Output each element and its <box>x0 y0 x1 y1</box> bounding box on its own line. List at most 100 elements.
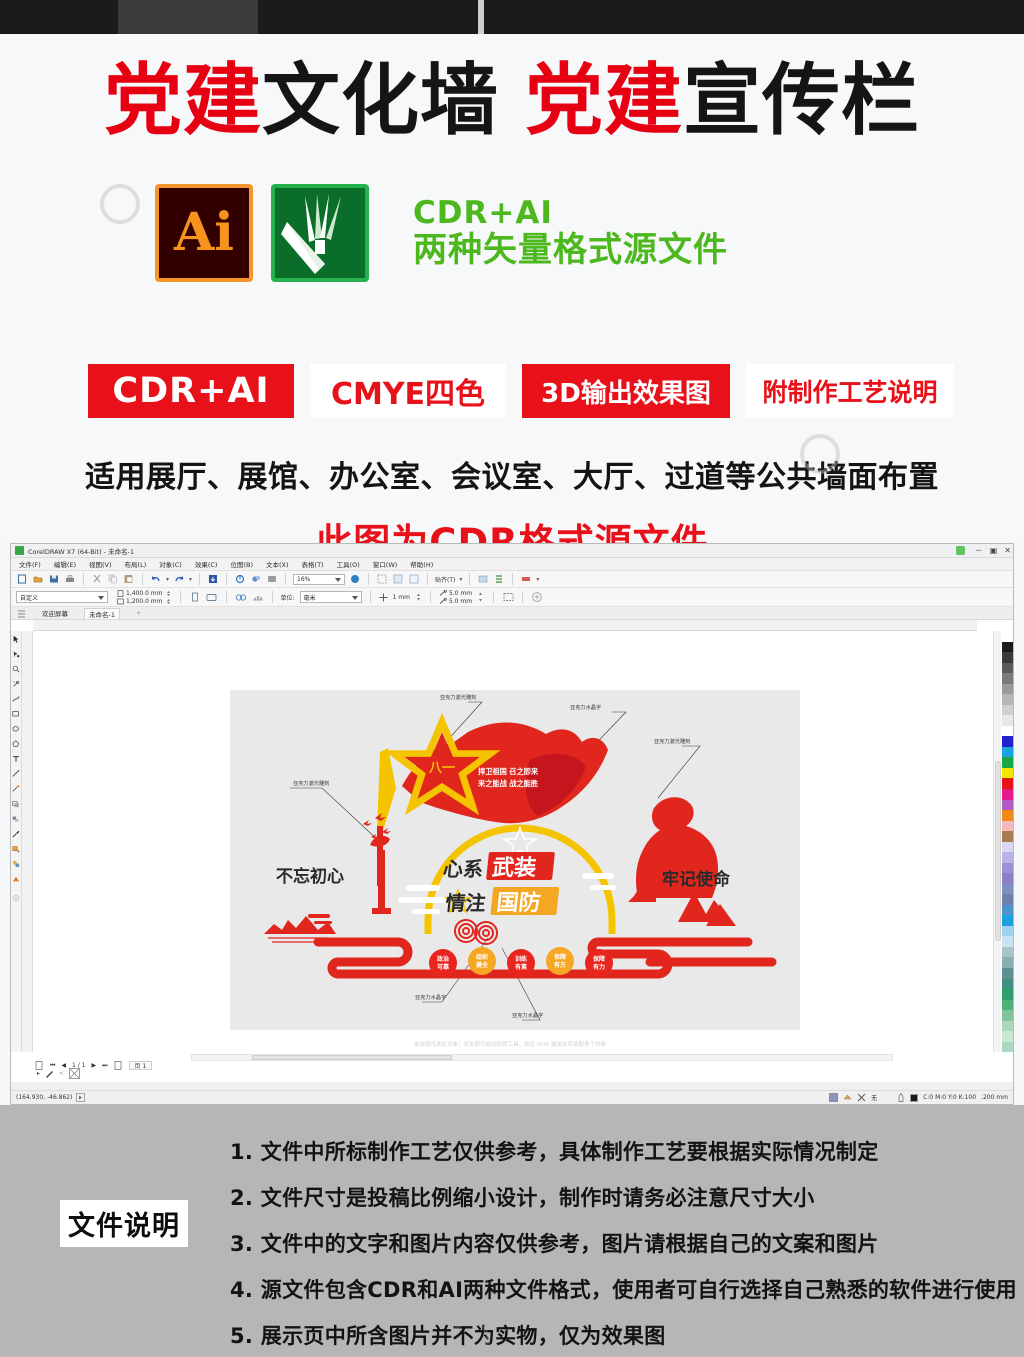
window-controls[interactable]: － ▣ ✕ <box>975 545 1011 556</box>
swatch[interactable] <box>1002 641 1013 653</box>
page-preset-combo[interactable]: 自定义 <box>16 591 108 603</box>
rectangle-tool-icon[interactable] <box>12 710 20 718</box>
object-properties-bar[interactable]: ▸ < <box>37 1068 80 1079</box>
copy-icon[interactable] <box>107 573 119 586</box>
paste-icon[interactable] <box>123 573 135 586</box>
outline-pen-icon[interactable] <box>897 1093 905 1102</box>
open-icon[interactable] <box>32 573 44 586</box>
all-pages-icon[interactable] <box>235 591 247 604</box>
zoom-tool-icon[interactable] <box>12 680 20 688</box>
chevron-down-icon[interactable] <box>351 595 358 600</box>
save-icon[interactable] <box>48 573 60 586</box>
swatch[interactable] <box>1002 662 1013 674</box>
swatch[interactable] <box>1002 841 1013 853</box>
close-button[interactable]: ✕ <box>1004 546 1011 555</box>
snap-toggle-icon[interactable] <box>408 573 420 586</box>
page-height-value[interactable]: 1,200.0 mm <box>126 598 163 605</box>
transparency-tool-icon[interactable] <box>12 815 20 823</box>
swatch[interactable] <box>1002 999 1013 1011</box>
menu-help[interactable]: 帮助(H) <box>410 559 433 569</box>
import-icon[interactable] <box>207 573 219 586</box>
export-icon[interactable] <box>234 573 246 586</box>
menu-view[interactable]: 视图(V) <box>89 559 112 569</box>
swatch[interactable] <box>1002 820 1013 832</box>
pick-tool-icon[interactable] <box>12 635 20 643</box>
tab-add-new[interactable]: + <box>132 609 145 617</box>
drawing-canvas[interactable]: 亚克力激光雕刻 亚克力激光雕刻 亚克力水晶字 亚克力激光雕刻 亚克力水晶字 亚克… <box>34 632 976 1052</box>
document-tab-bar[interactable]: 欢迎屏幕 未命名-1 + <box>11 607 1013 620</box>
scrollbar-thumb[interactable] <box>995 761 1001 941</box>
show-grid-icon[interactable] <box>376 573 388 586</box>
swatch[interactable] <box>1002 831 1013 842</box>
show-guides-icon[interactable] <box>392 573 404 586</box>
swatch[interactable] <box>1002 1041 1013 1053</box>
text-tool-icon[interactable] <box>12 755 20 763</box>
portrait-orientation-icon[interactable] <box>189 591 201 604</box>
next-page-button[interactable]: ▶ <box>92 1062 97 1069</box>
swatch[interactable] <box>1002 978 1013 990</box>
swatch[interactable] <box>1002 894 1013 905</box>
swatch[interactable] <box>1002 799 1013 811</box>
swatch[interactable] <box>1002 862 1013 874</box>
freehand-tool-icon[interactable] <box>12 695 20 703</box>
add-page-icon[interactable] <box>531 591 543 604</box>
swatch[interactable] <box>1002 631 1013 642</box>
toolbox[interactable] <box>11 631 22 1052</box>
swatch[interactable] <box>1002 778 1013 789</box>
tab-list-icon[interactable] <box>17 609 26 618</box>
swatch[interactable] <box>1002 852 1013 863</box>
swatch[interactable] <box>1002 925 1013 937</box>
color-eyedropper-icon[interactable] <box>12 830 20 838</box>
snap-label[interactable]: 贴齐(T) <box>435 575 455 584</box>
swatch[interactable] <box>1002 715 1013 726</box>
current-page-icon[interactable] <box>252 591 264 604</box>
interactive-fill-icon[interactable] <box>12 860 20 868</box>
menu-effects[interactable]: 效果(C) <box>195 559 218 569</box>
print-icon[interactable] <box>64 573 76 586</box>
swatch[interactable] <box>1002 683 1013 695</box>
minimize-button[interactable]: － <box>975 545 983 556</box>
connector-tool-icon[interactable] <box>12 785 20 793</box>
no-fill-icon[interactable] <box>69 1068 80 1079</box>
tab-untitled-1[interactable]: 未命名-1 <box>84 607 120 619</box>
smart-fill-icon[interactable] <box>12 875 20 883</box>
edit-scale-icon[interactable] <box>502 591 514 604</box>
standard-toolbar[interactable]: ▾ ▾ 16% 贴齐(T) ▾ ▾ <box>11 571 1013 588</box>
nudge-value[interactable]: 1 mm <box>393 594 410 601</box>
swatch[interactable] <box>1002 1020 1013 1032</box>
chevron-down-icon[interactable] <box>98 595 104 600</box>
fill-tool-icon[interactable] <box>12 845 20 853</box>
vertical-scrollbar[interactable] <box>993 631 1001 1052</box>
menu-bitmap[interactable]: 位图(B) <box>230 559 253 569</box>
fullscreen-preview-icon[interactable] <box>349 573 361 586</box>
swatch[interactable] <box>1002 904 1013 916</box>
redo-icon[interactable] <box>173 573 185 586</box>
crop-tool-icon[interactable] <box>12 665 20 673</box>
swatch[interactable] <box>1002 968 1013 979</box>
swatch[interactable] <box>1002 767 1013 779</box>
menu-file[interactable]: 文件(F) <box>19 559 41 569</box>
swatch[interactable] <box>1002 883 1013 895</box>
document-palette-icon[interactable] <box>829 1093 838 1102</box>
landscape-orientation-icon[interactable] <box>206 591 218 604</box>
menu-object[interactable]: 对象(C) <box>159 559 182 569</box>
page-width-value[interactable]: 1,400.0 mm <box>126 590 163 597</box>
swatch[interactable] <box>1002 946 1013 958</box>
menu-edit[interactable]: 编辑(E) <box>54 559 76 569</box>
shape-tool-icon[interactable] <box>12 650 20 658</box>
menu-table[interactable]: 表格(T) <box>302 559 324 569</box>
swatch[interactable] <box>1002 936 1013 947</box>
polygon-tool-icon[interactable] <box>12 740 20 748</box>
swatch[interactable] <box>1002 788 1013 800</box>
publish-pdf-icon[interactable] <box>250 573 262 586</box>
drop-shadow-tool-icon[interactable] <box>12 800 20 808</box>
page-tab-1[interactable]: 页 1 <box>128 1061 153 1070</box>
swatch[interactable] <box>1002 746 1013 758</box>
swatch[interactable] <box>1002 810 1013 821</box>
swatch[interactable] <box>1002 915 1013 926</box>
unit-combo[interactable]: 毫米 <box>299 591 362 603</box>
color-palette[interactable] <box>1002 631 1013 1053</box>
tab-welcome-screen[interactable]: 欢迎屏幕 <box>38 608 72 618</box>
bleed-value-2[interactable]: 5.0 mm <box>449 598 472 605</box>
add-tool-icon[interactable] <box>12 894 20 902</box>
